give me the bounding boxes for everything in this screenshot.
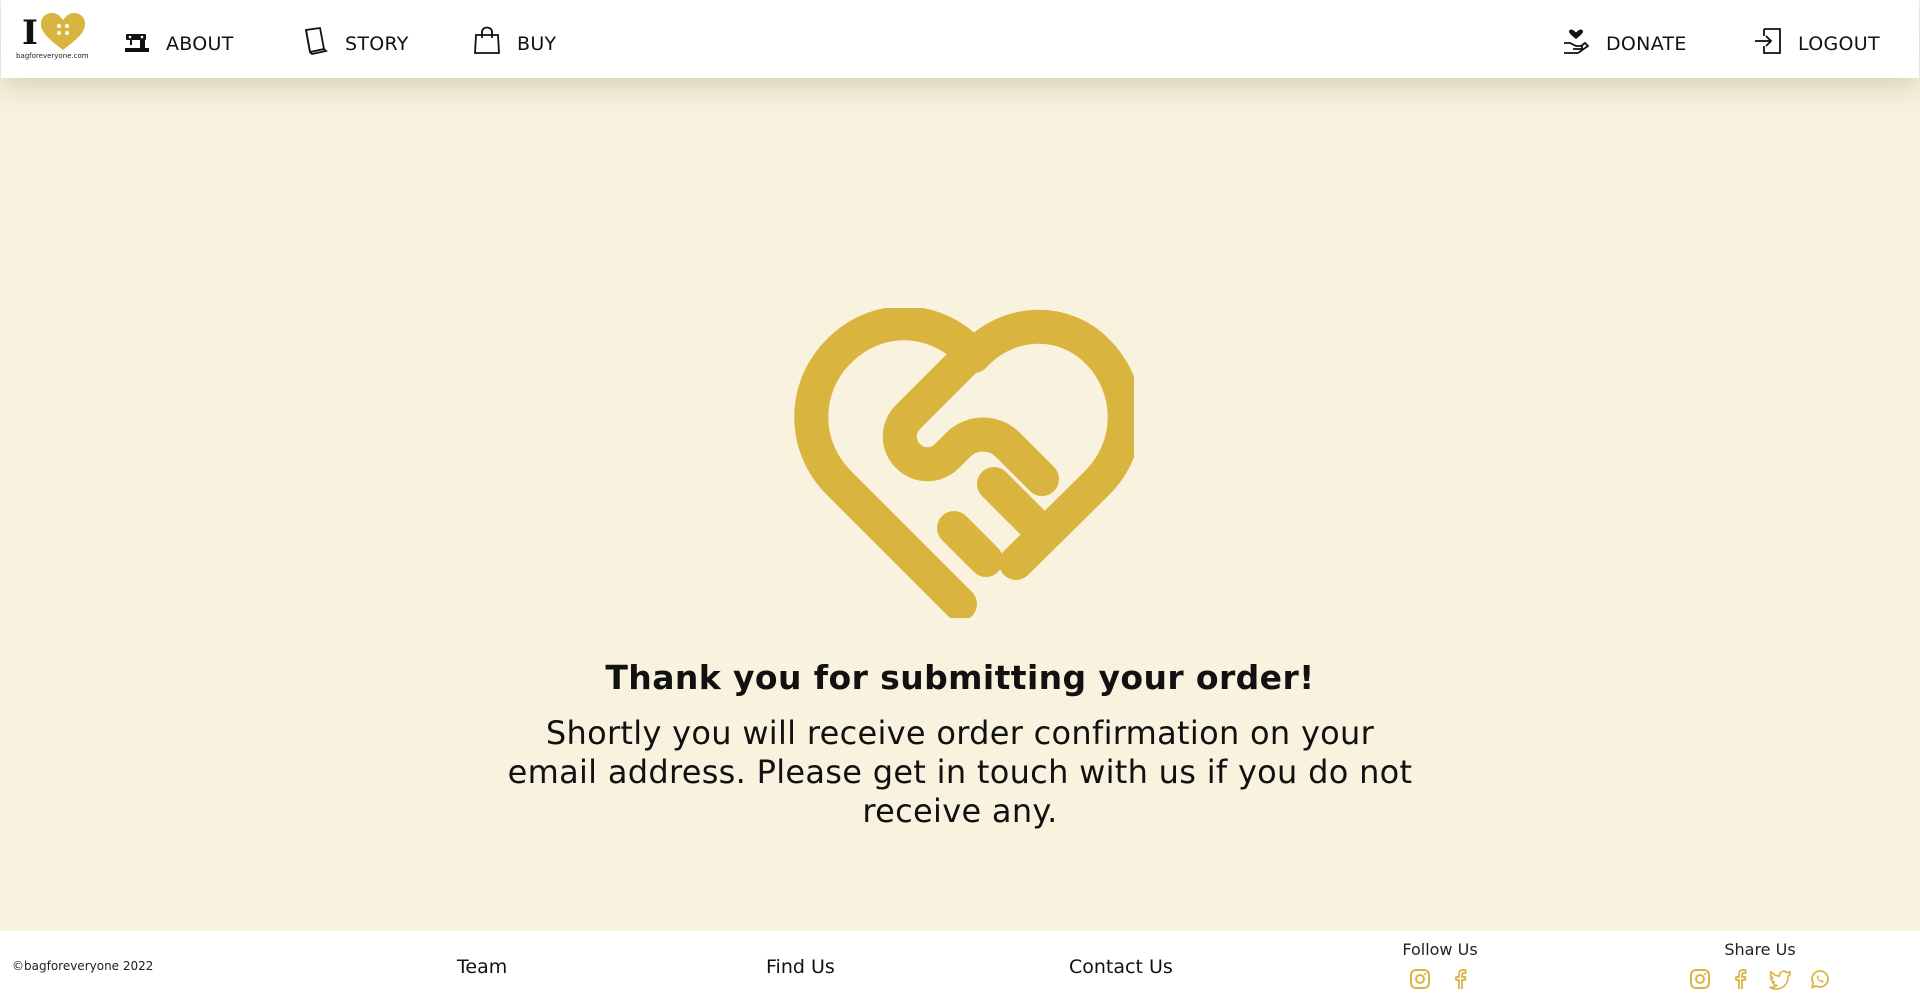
svg-text:I: I bbox=[22, 13, 38, 52]
instagram-icon[interactable] bbox=[1688, 967, 1712, 991]
site-footer: ©bagforeveryone 2022 Team Find Us Contac… bbox=[0, 931, 1920, 999]
top-navigation-bar: I bagforeveryone.com ABOUT STORY BUY DON… bbox=[1, 0, 1919, 78]
facebook-icon[interactable] bbox=[1448, 967, 1472, 991]
book-icon bbox=[303, 27, 329, 55]
heart-handshake-icon bbox=[786, 306, 1142, 621]
nav-donate-label: DONATE bbox=[1606, 33, 1687, 55]
facebook-icon[interactable] bbox=[1728, 967, 1752, 991]
share-us-group: Share Us bbox=[1680, 940, 1840, 991]
nav-story-label: STORY bbox=[345, 33, 409, 55]
nav-buy-label: BUY bbox=[517, 33, 557, 55]
nav-logout-label: LOGOUT bbox=[1798, 33, 1880, 55]
nav-story[interactable]: STORY bbox=[303, 23, 409, 55]
logo-caption: bagforeveryone.com bbox=[16, 52, 89, 60]
follow-us-title: Follow Us bbox=[1402, 940, 1478, 959]
nav-about-label: ABOUT bbox=[166, 33, 234, 55]
footer-link-find-us[interactable]: Find Us bbox=[766, 956, 835, 978]
footer-link-team[interactable]: Team bbox=[457, 956, 507, 978]
shopping-bag-icon bbox=[473, 25, 501, 55]
whatsapp-icon[interactable] bbox=[1808, 967, 1832, 991]
logo-heart-icon: I bbox=[22, 13, 85, 53]
logout-icon bbox=[1754, 27, 1782, 55]
nav-about[interactable]: ABOUT bbox=[124, 23, 234, 55]
nav-donate[interactable]: DONATE bbox=[1562, 23, 1687, 55]
confirmation-message: Shortly you will receive order confirmat… bbox=[507, 714, 1413, 830]
copyright-text: ©bagforeveryone 2022 bbox=[12, 959, 154, 973]
confirmation-section: Thank you for submitting your order! Sho… bbox=[0, 78, 1920, 931]
twitter-icon[interactable] bbox=[1768, 967, 1792, 991]
sewing-machine-icon bbox=[124, 31, 150, 55]
share-us-title: Share Us bbox=[1724, 940, 1796, 959]
instagram-icon[interactable] bbox=[1408, 967, 1432, 991]
donate-hand-heart-icon bbox=[1562, 29, 1590, 55]
site-logo[interactable]: I bagforeveryone.com bbox=[16, 12, 89, 64]
nav-logout[interactable]: LOGOUT bbox=[1754, 23, 1880, 55]
follow-us-group: Follow Us bbox=[1390, 940, 1490, 991]
confirmation-title: Thank you for submitting your order! bbox=[605, 658, 1315, 697]
footer-link-contact-us[interactable]: Contact Us bbox=[1069, 956, 1173, 978]
nav-buy[interactable]: BUY bbox=[473, 23, 556, 55]
